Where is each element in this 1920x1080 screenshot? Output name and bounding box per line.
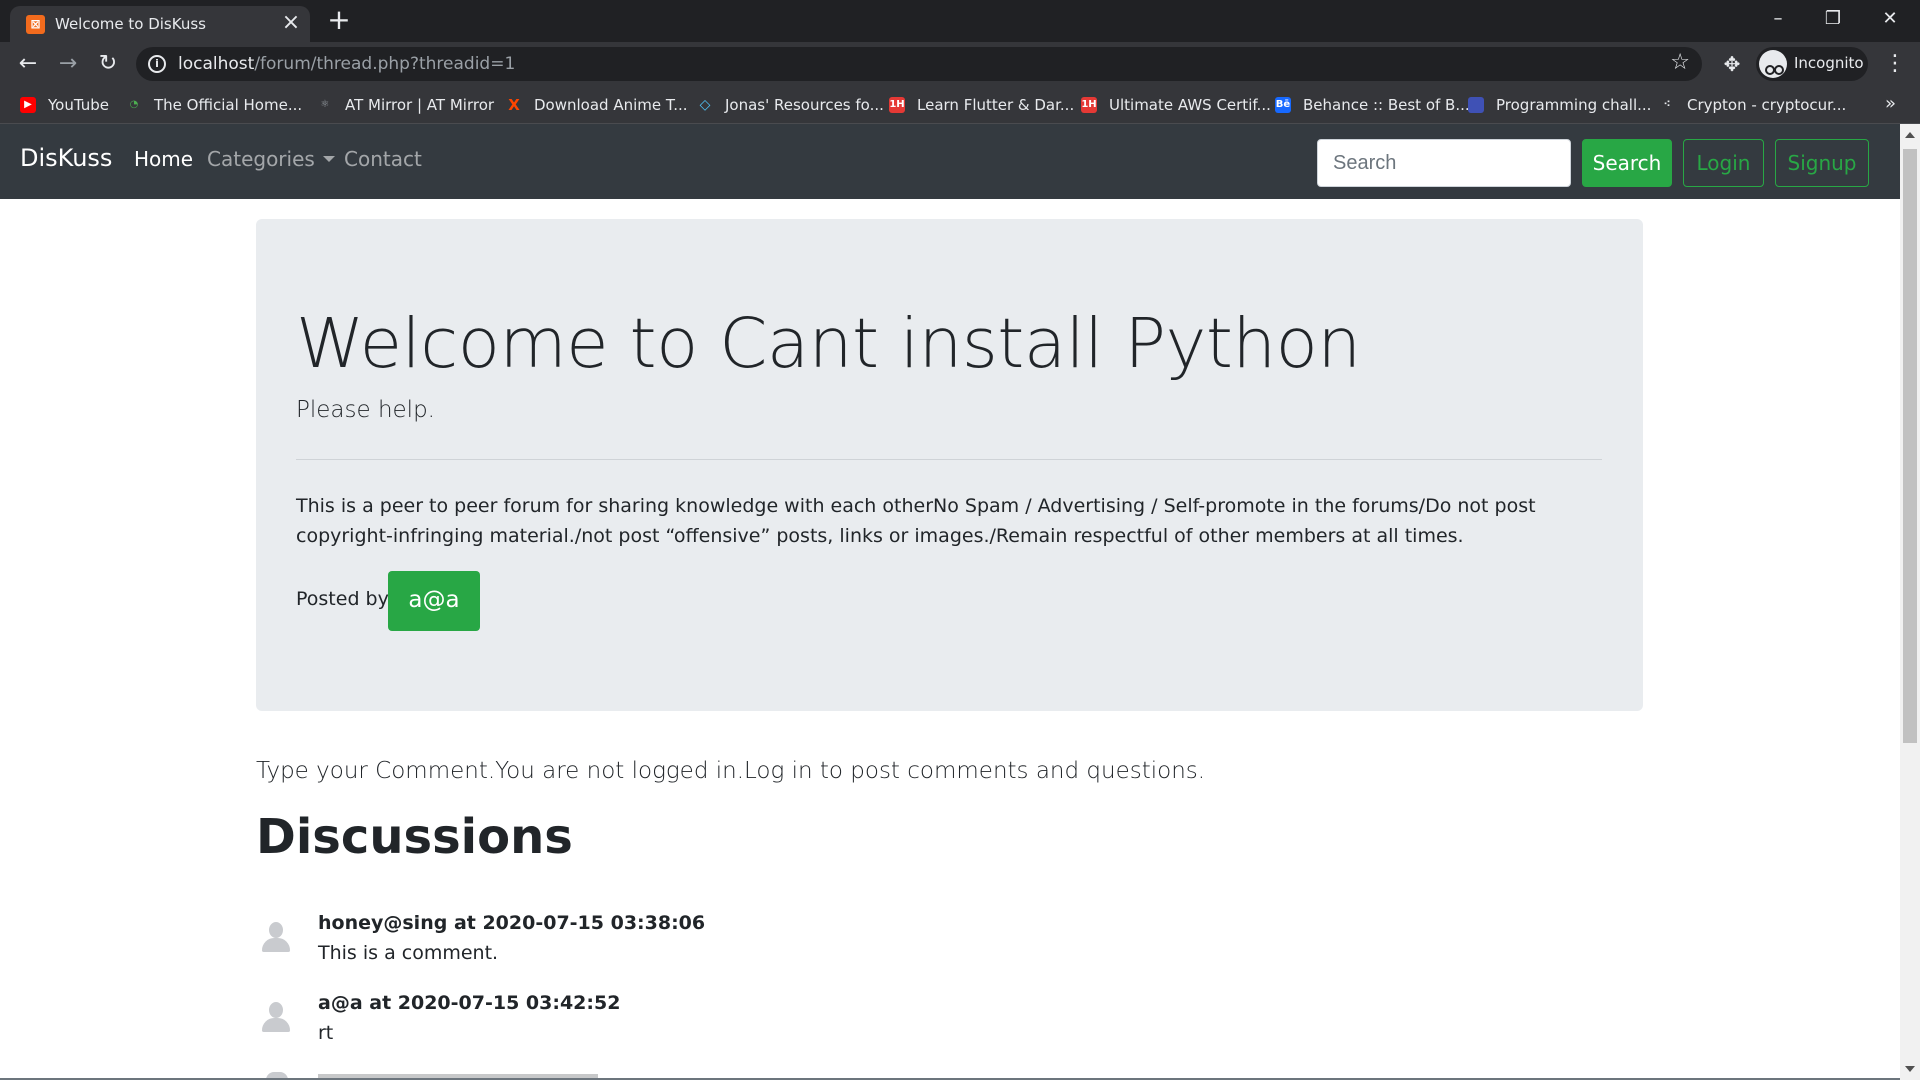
bookmark-aws-cert[interactable]: 1H Ultimate AWS Certif...	[1081, 94, 1271, 116]
comment-header: a@a at 2020-07-15 03:42:52	[318, 992, 621, 1014]
page-scrollbar[interactable]	[1900, 124, 1920, 1080]
browser-toolbar: ← → ↻ i localhost/forum/thread.php?threa…	[0, 42, 1920, 86]
search-button[interactable]: Search	[1582, 139, 1672, 187]
restore-icon[interactable]: ❐	[1815, 6, 1851, 32]
bookmark-youtube[interactable]: ▶ YouTube	[20, 94, 109, 116]
xampp-favicon-icon: ⊠	[26, 15, 45, 34]
scroll-thumb[interactable]	[1903, 149, 1917, 743]
nav-contact[interactable]: Contact	[344, 147, 422, 171]
comment-text: This is a comment.	[318, 942, 499, 964]
comment-text: rt	[318, 1022, 334, 1044]
user-avatar-icon	[260, 922, 292, 958]
bookmark-learn-flutter[interactable]: 1H Learn Flutter & Dar...	[889, 94, 1074, 116]
tab-title: Welcome to DisKuss	[55, 15, 206, 33]
info-icon[interactable]: i	[148, 55, 166, 73]
1h-icon: 1H	[889, 97, 905, 113]
comment-header: honey@sing at 2020-07-15 03:38:06	[318, 912, 706, 934]
bookmark-crypton[interactable]: ⁖ Crypton - cryptocur...	[1659, 94, 1847, 116]
crypto-icon: ⁖	[1663, 99, 1671, 110]
minimize-icon[interactable]: –	[1760, 6, 1796, 32]
more-bookmarks-icon[interactable]: »	[1885, 93, 1896, 114]
address-bar[interactable]: i localhost/forum/thread.php?threadid=1 …	[136, 47, 1702, 81]
search-input[interactable]	[1317, 139, 1571, 187]
site-icon	[1468, 97, 1484, 113]
nav-home[interactable]: Home	[134, 147, 193, 171]
scroll-up-icon[interactable]	[1905, 132, 1915, 138]
extensions-icon[interactable]: ✥	[1718, 50, 1746, 78]
caret-down-icon	[322, 156, 335, 162]
back-icon[interactable]: ←	[14, 50, 42, 78]
reload-icon[interactable]: ↻	[94, 50, 122, 78]
brand-logo[interactable]: DisKuss	[20, 144, 112, 172]
divider	[296, 459, 1602, 460]
mirror-icon: ⚛	[320, 99, 330, 110]
site-navbar: DisKuss Home Categories Contact Search L…	[0, 124, 1900, 199]
nav-categories-dropdown[interactable]: Categories	[207, 147, 335, 171]
bookmark-star-icon[interactable]: ☆	[1670, 50, 1690, 75]
incognito-badge[interactable]: Incognito	[1756, 47, 1868, 81]
comment-login-notice: Type your Comment.You are not logged in.…	[256, 758, 1206, 784]
login-button[interactable]: Login	[1683, 139, 1764, 187]
url-text: localhost/forum/thread.php?threadid=1	[178, 54, 516, 74]
scroll-down-icon[interactable]	[1905, 1066, 1915, 1072]
site-icon: ◔	[129, 99, 139, 110]
author-button[interactable]: a@a	[388, 571, 480, 631]
bookmark-download-anime[interactable]: X Download Anime T...	[506, 94, 687, 116]
diamond-icon: ◇	[699, 97, 711, 113]
thread-lead: Please help.	[296, 397, 435, 423]
thread-jumbotron: Welcome to Cant install Python Please he…	[256, 219, 1643, 711]
bookmark-behance[interactable]: Bē Behance :: Best of B...	[1275, 94, 1470, 116]
posted-by-label: Posted by	[296, 588, 389, 610]
bookmarks-bar: ▶ YouTube ◔ The Official Home... ⚛ AT Mirro…	[0, 86, 1920, 124]
1h-icon: 1H	[1081, 97, 1097, 113]
comment-item: honey@sing at 2020-07-15 03:38:06 This i…	[256, 912, 1456, 976]
tab-close-icon[interactable]: ×	[280, 12, 302, 34]
page-viewport: DisKuss Home Categories Contact Search L…	[0, 124, 1900, 1080]
thread-title: Welcome to Cant install Python	[296, 304, 1361, 384]
browser-tab[interactable]: ⊠ Welcome to DisKuss ×	[10, 6, 310, 42]
bookmark-at-mirror[interactable]: ⚛ AT Mirror | AT Mirror	[317, 94, 495, 116]
comment-item: a@a at 2020-07-15 03:42:52 rt	[256, 992, 1456, 1056]
browser-tabbar: ⊠ Welcome to DisKuss × + – ❐ ✕	[0, 0, 1920, 42]
incognito-icon	[1759, 50, 1787, 78]
close-window-icon[interactable]: ✕	[1872, 6, 1908, 32]
bookmark-jonas-resources[interactable]: ◇ Jonas' Resources fo...	[697, 94, 884, 116]
signup-button[interactable]: Signup	[1775, 139, 1869, 187]
forward-icon[interactable]: →	[54, 50, 82, 78]
new-tab-icon[interactable]: +	[325, 6, 353, 34]
behance-icon: Bē	[1275, 97, 1291, 113]
discussions-heading: Discussions	[256, 809, 573, 865]
bookmark-programming-chall[interactable]: Programming chall...	[1468, 94, 1651, 116]
bookmark-official-home[interactable]: ◔ The Official Home...	[126, 94, 303, 116]
youtube-icon: ▶	[20, 97, 36, 113]
browser-menu-icon[interactable]: ⋮	[1884, 50, 1906, 78]
user-avatar-icon	[260, 1002, 292, 1038]
x-icon: X	[508, 96, 520, 114]
thread-description: This is a peer to peer forum for sharing…	[296, 495, 1536, 547]
